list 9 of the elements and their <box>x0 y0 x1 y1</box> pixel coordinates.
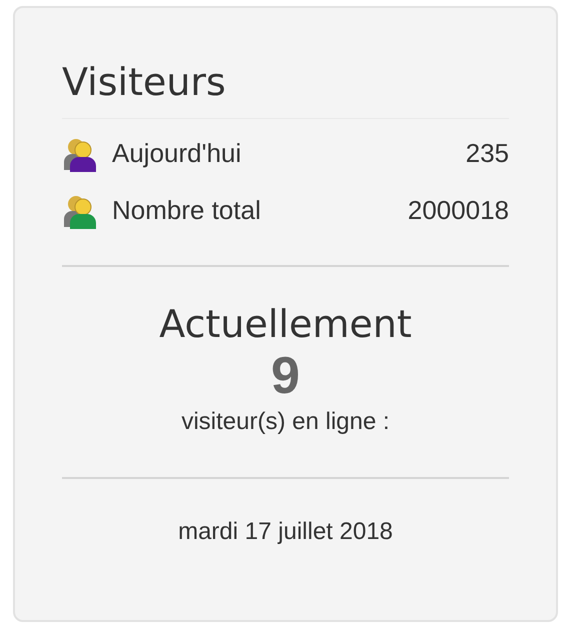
card-title: Visiteurs <box>62 56 509 119</box>
stat-label: Aujourd'hui <box>112 138 242 169</box>
current-date: mardi 17 juillet 2018 <box>178 517 393 547</box>
stat-value: 235 <box>466 138 509 169</box>
stat-value: 2000018 <box>408 195 509 226</box>
online-caption: visiteur(s) en ligne : <box>181 407 390 437</box>
online-heading: Actuellement <box>159 301 412 347</box>
online-count: 9 <box>271 347 300 405</box>
stat-label: Nombre total <box>112 195 262 226</box>
